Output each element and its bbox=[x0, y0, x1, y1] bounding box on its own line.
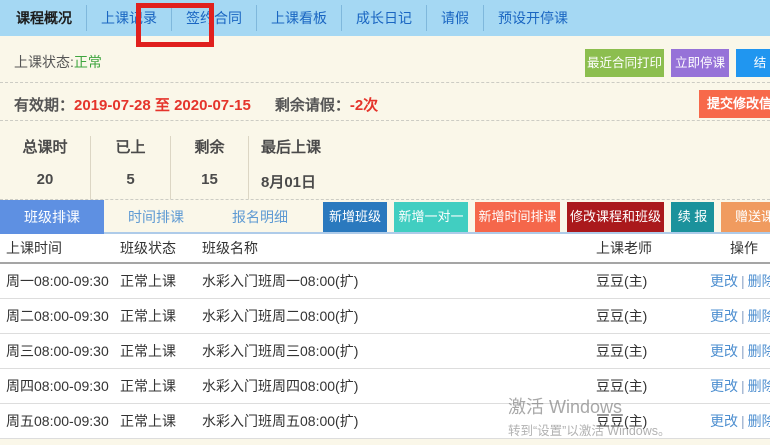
modify-course-class-button[interactable]: 修改课程和班级 bbox=[567, 202, 664, 232]
stats-bar: 总课时 20 已上 5 剩余 15 最后上课 8月01日 bbox=[0, 121, 770, 200]
stat-last-class: 最后上课 8月01日 bbox=[248, 136, 418, 199]
delete-link[interactable]: 删除 bbox=[748, 343, 770, 359]
cell-class-time: 周五08:00-09:30 bbox=[0, 411, 120, 431]
validity-label: 有效期： bbox=[14, 97, 74, 114]
header-teacher: 上课老师 bbox=[588, 238, 692, 258]
gift-hours-button[interactable]: 赠送课时 bbox=[721, 202, 770, 232]
tab-time-schedule[interactable]: 时间排课 bbox=[104, 200, 208, 234]
validity-text: 有效期：2019-07-28 至 2020-07-15 剩余请假：-2次 bbox=[14, 94, 378, 115]
windows-activation-watermark-subtitle: 转到“设置”以激活 Windows。 bbox=[508, 420, 671, 439]
remaining-leave-value: -2次 bbox=[350, 97, 378, 114]
tab-enrollment-detail[interactable]: 报名明细 bbox=[208, 200, 312, 234]
remaining-leave-label: 剩余请假： bbox=[275, 97, 350, 114]
change-link[interactable]: 更改 bbox=[710, 308, 738, 324]
cell-class-time: 周一08:00-09:30 bbox=[0, 271, 120, 291]
cell-teacher: 豆豆(主) bbox=[588, 341, 692, 361]
cell-class-name: 水彩入门班周二08:00(扩) bbox=[202, 306, 588, 326]
print-latest-contract-button[interactable]: 最近合同打印 bbox=[585, 49, 664, 77]
stat-remaining: 剩余 15 bbox=[170, 136, 248, 199]
cell-teacher: 豆豆(主) bbox=[588, 306, 692, 326]
top-nav: 课程概况 上课记录 签约合同 上课看板 成长日记 请假 预设开停课 bbox=[0, 0, 770, 36]
delete-link[interactable]: 删除 bbox=[748, 378, 770, 394]
cell-action: 更改|删除 bbox=[692, 341, 770, 361]
tab-class-schedule[interactable]: 班级排课 bbox=[0, 200, 104, 234]
stat-remaining-label: 剩余 bbox=[171, 136, 248, 157]
cell-class-name: 水彩入门班周三08:00(扩) bbox=[202, 341, 588, 361]
change-link[interactable]: 更改 bbox=[710, 378, 738, 394]
stop-class-now-button[interactable]: 立即停课 bbox=[671, 49, 729, 77]
delete-link[interactable]: 删除 bbox=[748, 308, 770, 324]
schedule-tab-bar: 班级排课 时间排课 报名明细 新增班级 新增一对一 新增时间排课 修改课程和班级… bbox=[0, 200, 770, 234]
nav-tab-growth-diary[interactable]: 成长日记 bbox=[341, 5, 426, 31]
cell-class-status: 正常上课 bbox=[120, 411, 202, 431]
cell-class-status: 正常上课 bbox=[120, 341, 202, 361]
stat-last-class-label: 最后上课 bbox=[261, 136, 418, 157]
table-row: 周三08:00-09:30 正常上课 水彩入门班周三08:00(扩) 豆豆(主)… bbox=[0, 334, 770, 369]
nav-tab-class-board[interactable]: 上课看板 bbox=[256, 5, 341, 31]
header-class-name: 班级名称 bbox=[202, 238, 588, 258]
stat-attended: 已上 5 bbox=[90, 136, 170, 199]
cell-class-time: 周四08:00-09:30 bbox=[0, 376, 120, 396]
stat-last-class-value: 8月01日 bbox=[261, 171, 418, 192]
class-schedule-table: 上课时间 班级状态 班级名称 上课老师 操作 周一08:00-09:30 正常上… bbox=[0, 234, 770, 439]
class-status-value: 正常 bbox=[74, 54, 102, 70]
stat-attended-label: 已上 bbox=[91, 136, 170, 157]
nav-tab-preset-start-stop[interactable]: 预设开停课 bbox=[483, 5, 582, 31]
stat-total-hours-label: 总课时 bbox=[0, 136, 90, 157]
table-header-row: 上课时间 班级状态 班级名称 上课老师 操作 bbox=[0, 234, 770, 264]
action-separator: | bbox=[741, 343, 745, 359]
status-section: 上课状态:正常 最近合同打印 立即停课 结 业 bbox=[0, 36, 770, 83]
nav-tab-course-overview[interactable]: 课程概况 bbox=[2, 5, 86, 31]
validity-range: 2019-07-28 至 2020-07-15 bbox=[74, 97, 251, 114]
add-one-on-one-button[interactable]: 新增一对一 bbox=[394, 202, 468, 232]
stat-total-hours: 总课时 20 bbox=[0, 136, 90, 199]
table-row: 周四08:00-09:30 正常上课 水彩入门班周四08:00(扩) 豆豆(主)… bbox=[0, 369, 770, 404]
cell-action: 更改|删除 bbox=[692, 411, 770, 431]
action-separator: | bbox=[741, 378, 745, 394]
stat-remaining-value: 15 bbox=[171, 171, 248, 188]
cell-class-time: 周三08:00-09:30 bbox=[0, 341, 120, 361]
cell-class-name: 水彩入门班周一08:00(扩) bbox=[202, 271, 588, 291]
delete-link[interactable]: 删除 bbox=[748, 413, 770, 429]
cell-action: 更改|删除 bbox=[692, 271, 770, 291]
action-separator: | bbox=[741, 273, 745, 289]
action-separator: | bbox=[741, 413, 745, 429]
table-row: 周一08:00-09:30 正常上课 水彩入门班周一08:00(扩) 豆豆(主)… bbox=[0, 264, 770, 299]
add-time-schedule-button[interactable]: 新增时间排课 bbox=[475, 202, 560, 232]
class-status-text: 上课状态:正常 bbox=[14, 52, 102, 72]
renew-button[interactable]: 续 报 bbox=[671, 202, 714, 232]
highlight-box-signed-contract bbox=[136, 3, 214, 47]
change-link[interactable]: 更改 bbox=[710, 343, 738, 359]
graduate-button[interactable]: 结 业 bbox=[736, 49, 770, 77]
cell-action: 更改|删除 bbox=[692, 306, 770, 326]
change-link[interactable]: 更改 bbox=[710, 273, 738, 289]
action-separator: | bbox=[741, 308, 745, 324]
change-link[interactable]: 更改 bbox=[710, 413, 738, 429]
header-class-time: 上课时间 bbox=[0, 238, 120, 258]
cell-action: 更改|删除 bbox=[692, 376, 770, 396]
validity-section: 有效期：2019-07-28 至 2020-07-15 剩余请假：-2次 提交修改… bbox=[0, 83, 770, 121]
table-row: 周二08:00-09:30 正常上课 水彩入门班周二08:00(扩) 豆豆(主)… bbox=[0, 299, 770, 334]
stat-attended-value: 5 bbox=[91, 171, 170, 188]
class-status-label: 上课状态: bbox=[14, 54, 74, 70]
header-action: 操作 bbox=[692, 238, 770, 258]
windows-activation-watermark-title: 激活 Windows bbox=[508, 393, 622, 419]
cell-class-status: 正常上课 bbox=[120, 271, 202, 291]
stat-total-hours-value: 20 bbox=[0, 171, 90, 188]
delete-link[interactable]: 删除 bbox=[748, 273, 770, 289]
header-class-status: 班级状态 bbox=[120, 238, 202, 258]
cell-class-status: 正常上课 bbox=[120, 306, 202, 326]
cell-class-time: 周二08:00-09:30 bbox=[0, 306, 120, 326]
add-class-button[interactable]: 新增班级 bbox=[323, 202, 387, 232]
cell-class-status: 正常上课 bbox=[120, 376, 202, 396]
nav-tab-leave[interactable]: 请假 bbox=[426, 5, 483, 31]
submit-modify-info-button[interactable]: 提交修改信息 bbox=[699, 90, 770, 118]
cell-teacher: 豆豆(主) bbox=[588, 271, 692, 291]
